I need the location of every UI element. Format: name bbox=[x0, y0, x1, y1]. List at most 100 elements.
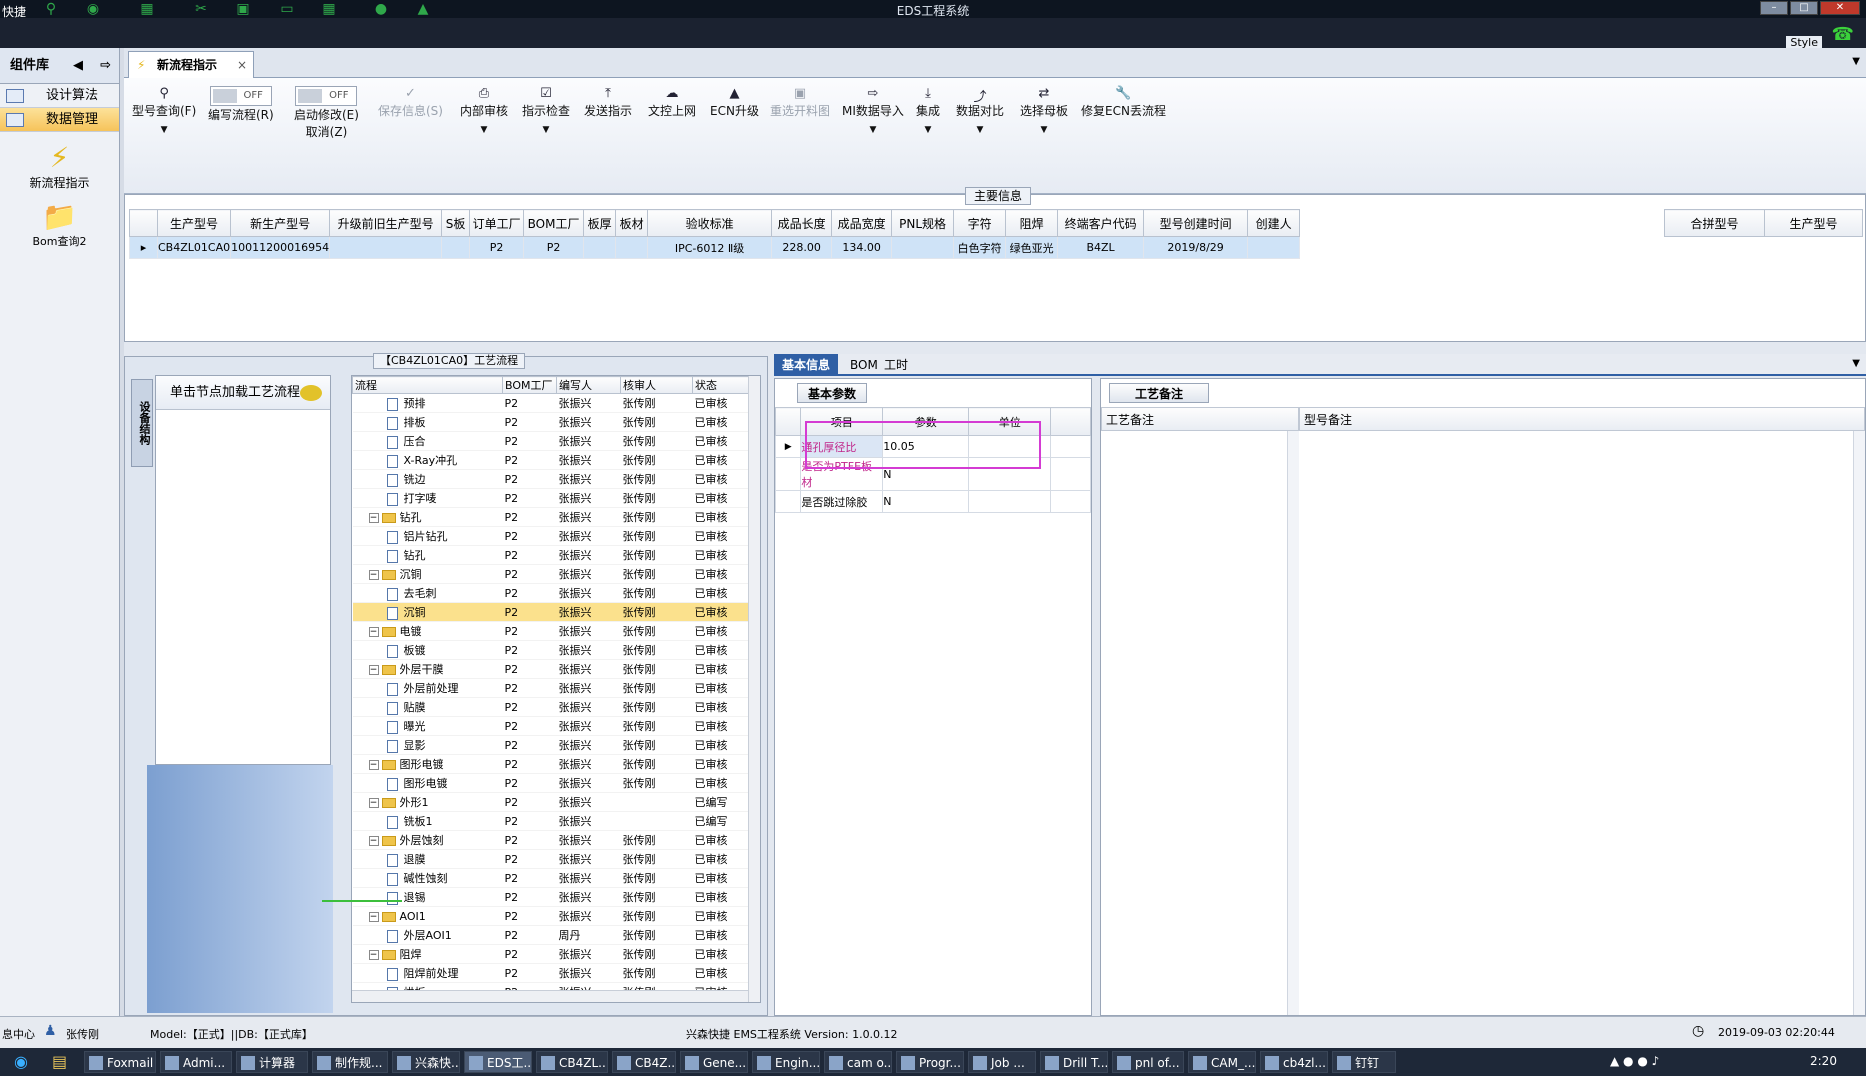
flow-node-cell[interactable]: 外层前处理 bbox=[352, 678, 503, 698]
flow-node-cell[interactable]: 显影 bbox=[352, 735, 503, 755]
flow-node-cell[interactable]: 碱性蚀刻 bbox=[352, 868, 503, 888]
flow-node-cell[interactable]: − 钻孔 bbox=[352, 507, 503, 527]
taskbar-clock[interactable]: 2:20 bbox=[1810, 1054, 1837, 1068]
flow-node-cell[interactable]: 图形电镀 bbox=[352, 773, 503, 793]
collapse-icon[interactable]: − bbox=[368, 627, 379, 637]
minimize-button[interactable]: – bbox=[1760, 1, 1788, 15]
table-cell[interactable]: 10011200016954 bbox=[230, 236, 331, 259]
flow-node-cell[interactable]: 铣边 bbox=[352, 469, 503, 489]
start-edit-toggle[interactable]: OFF 启动修改(E) 取消(Z) bbox=[294, 86, 359, 140]
collapse-icon[interactable]: − bbox=[368, 911, 379, 922]
table-cell[interactable]: CB4ZL01CA0 bbox=[156, 236, 232, 259]
column-header[interactable]: 字符 bbox=[953, 209, 1007, 237]
chevron-down-icon[interactable]: ▼ bbox=[916, 125, 940, 135]
browser-icon[interactable]: ◉ bbox=[14, 1052, 28, 1071]
tab-work-hours[interactable]: 工时 bbox=[876, 354, 916, 376]
model-query-button[interactable]: ⚲ 型号查询(F) ▼ bbox=[132, 86, 196, 135]
equipment-structure-tab[interactable]: 设备结构 bbox=[131, 379, 153, 467]
taskbar-item[interactable]: EDS工... bbox=[464, 1051, 532, 1073]
tab-basic-params[interactable]: 基本参数 bbox=[797, 383, 868, 403]
internal-review-button[interactable]: ⎙ 内部审核 ▼ bbox=[460, 86, 508, 135]
flow-node-cell[interactable]: − 外层蚀刻 bbox=[352, 830, 503, 850]
table-row[interactable]: 曝光 P2 张振兴 张传刚 已审核 bbox=[352, 716, 749, 736]
column-header[interactable]: 终端客户代码 bbox=[1057, 209, 1145, 237]
table-cell[interactable] bbox=[891, 236, 955, 259]
taskbar-item[interactable]: CB4Z... bbox=[612, 1051, 676, 1073]
flow-node-cell[interactable]: − 外层干膜 bbox=[352, 659, 503, 679]
table-cell[interactable]: P2 bbox=[523, 236, 585, 259]
flow-node-cell[interactable]: 排板 bbox=[352, 412, 503, 432]
column-header[interactable]: 板厚 bbox=[583, 209, 617, 237]
taskbar-item[interactable]: Job ... bbox=[968, 1051, 1036, 1073]
table-row[interactable]: 铝片钻孔 P2 张振兴 张传刚 已审核 bbox=[352, 526, 749, 546]
column-header[interactable]: 合拼型号 bbox=[1664, 209, 1765, 237]
column-header[interactable]: S板 bbox=[441, 209, 471, 237]
column-header[interactable]: 成品长度 bbox=[771, 209, 833, 237]
table-row[interactable]: 外层AOI1 P2 周丹 张传刚 已审核 bbox=[352, 925, 749, 945]
close-tab-icon[interactable]: × bbox=[237, 52, 247, 78]
collapse-icon[interactable]: − bbox=[368, 513, 379, 523]
flow-node-cell[interactable]: − 沉铜 bbox=[352, 564, 503, 584]
taskbar-item[interactable]: pnl of... bbox=[1112, 1051, 1184, 1073]
table-row[interactable]: 去毛刺 P2 张振兴 张传刚 已审核 bbox=[352, 583, 749, 603]
start-edit-switch[interactable]: OFF bbox=[295, 86, 358, 106]
chevron-down-icon[interactable]: ▼ bbox=[460, 125, 508, 135]
taskbar-item[interactable]: 兴森快... bbox=[392, 1051, 460, 1073]
table-row[interactable]: − AOI1 P2 张振兴 张传刚 已审核 bbox=[352, 906, 749, 926]
chevron-down-icon[interactable]: ▼ bbox=[1020, 125, 1068, 135]
data-compare-button[interactable]: ⤴ 数据对比 ▼ bbox=[956, 86, 1004, 135]
table-cell[interactable]: B4ZL bbox=[1057, 236, 1145, 259]
table-cell[interactable]: 绿色亚光 bbox=[1005, 236, 1059, 259]
taskbar-item[interactable]: 钉钉 bbox=[1332, 1051, 1396, 1073]
table-cell[interactable]: IPC-6012 Ⅱ级 bbox=[647, 236, 773, 259]
column-header[interactable]: 流程 bbox=[352, 376, 503, 394]
table-cell[interactable]: 2019/8/29 bbox=[1143, 236, 1249, 259]
tray-icons[interactable]: ▲ ● ● ♪ bbox=[1610, 1054, 1659, 1068]
column-header[interactable]: 阻焊 bbox=[1005, 209, 1059, 237]
flow-node-cell[interactable]: 铝片钻孔 bbox=[352, 526, 503, 546]
column-header[interactable]: 型号创建时间 bbox=[1143, 209, 1249, 237]
taskbar-item[interactable]: Drill T... bbox=[1040, 1051, 1108, 1073]
flow-node-cell[interactable]: 去毛刺 bbox=[352, 583, 503, 603]
table-row[interactable]: 碱性蚀刻 P2 张振兴 张传刚 已审核 bbox=[352, 868, 749, 888]
table-row[interactable]: 沉铜 P2 张振兴 张传刚 已审核 bbox=[352, 602, 749, 622]
collapse-icon[interactable]: − bbox=[368, 798, 379, 808]
model-notes-scrollbar[interactable] bbox=[1853, 431, 1865, 1015]
close-button[interactable]: ✕ bbox=[1820, 1, 1860, 15]
table-cell[interactable] bbox=[441, 236, 471, 259]
column-header[interactable]: 板材 bbox=[615, 209, 649, 237]
taskbar-item[interactable]: 计算器 bbox=[236, 1051, 308, 1073]
nav-item-design-algorithm[interactable]: 设计算法 bbox=[0, 84, 119, 108]
table-row[interactable]: ▸ CB4ZL01CA0 10011200016954 P2 P2 IPC-6012 Ⅱ级… bbox=[129, 236, 1301, 259]
column-header[interactable]: 状态 bbox=[692, 376, 749, 394]
taskbar-item[interactable]: Foxmail bbox=[84, 1051, 156, 1073]
taskbar-item[interactable]: cam o... bbox=[824, 1051, 892, 1073]
table-row[interactable]: − 外层蚀刻 P2 张振兴 张传刚 已审核 bbox=[352, 830, 749, 850]
chevron-down-icon[interactable]: ▼ bbox=[132, 125, 196, 135]
vertical-scrollbar[interactable] bbox=[748, 376, 760, 1002]
tab-new-flow[interactable]: ⚡ 新流程指示 × bbox=[128, 51, 254, 78]
table-row[interactable]: 退膜 P2 张振兴 张传刚 已审核 bbox=[352, 849, 749, 869]
table-row[interactable]: − 钻孔 P2 张振兴 张传刚 已审核 bbox=[352, 507, 749, 527]
maximize-button[interactable]: □ bbox=[1790, 1, 1818, 15]
flow-node-cell[interactable]: − 电镀 bbox=[352, 621, 503, 641]
table-row[interactable]: 板镀 P2 张振兴 张传刚 已审核 bbox=[352, 640, 749, 660]
tab-basic-info[interactable]: 基本信息 bbox=[774, 354, 839, 376]
column-header[interactable]: BOM工厂 bbox=[502, 376, 557, 394]
table-row[interactable]: − 图形电镀 P2 张振兴 张传刚 已审核 bbox=[352, 754, 749, 774]
flow-node-cell[interactable]: − 图形电镀 bbox=[352, 754, 503, 774]
taskbar-item[interactable]: CB4ZL... bbox=[536, 1051, 608, 1073]
flow-node-cell[interactable]: 预排 bbox=[352, 393, 503, 413]
table-row[interactable]: 铣板1 P2 张振兴 已编写 bbox=[352, 811, 749, 831]
column-header[interactable]: BOM工厂 bbox=[523, 209, 585, 237]
table-cell[interactable] bbox=[1247, 236, 1301, 259]
table-row[interactable]: 图形电镀 P2 张振兴 张传刚 已审核 bbox=[352, 773, 749, 793]
collapse-icon[interactable]: − bbox=[368, 665, 379, 675]
flow-node-cell[interactable]: 贴膜 bbox=[352, 697, 503, 717]
horizontal-scrollbar[interactable] bbox=[352, 990, 748, 1002]
nav-bom-query[interactable]: 📁 Bom查询2 bbox=[0, 201, 119, 249]
write-flow-toggle[interactable]: OFF 编写流程(R) bbox=[208, 86, 274, 123]
send-instruction-button[interactable]: ⤒ 发送指示 bbox=[584, 86, 632, 119]
column-header[interactable]: 核审人 bbox=[620, 376, 693, 394]
table-cell[interactable]: 134.00 bbox=[831, 236, 893, 259]
